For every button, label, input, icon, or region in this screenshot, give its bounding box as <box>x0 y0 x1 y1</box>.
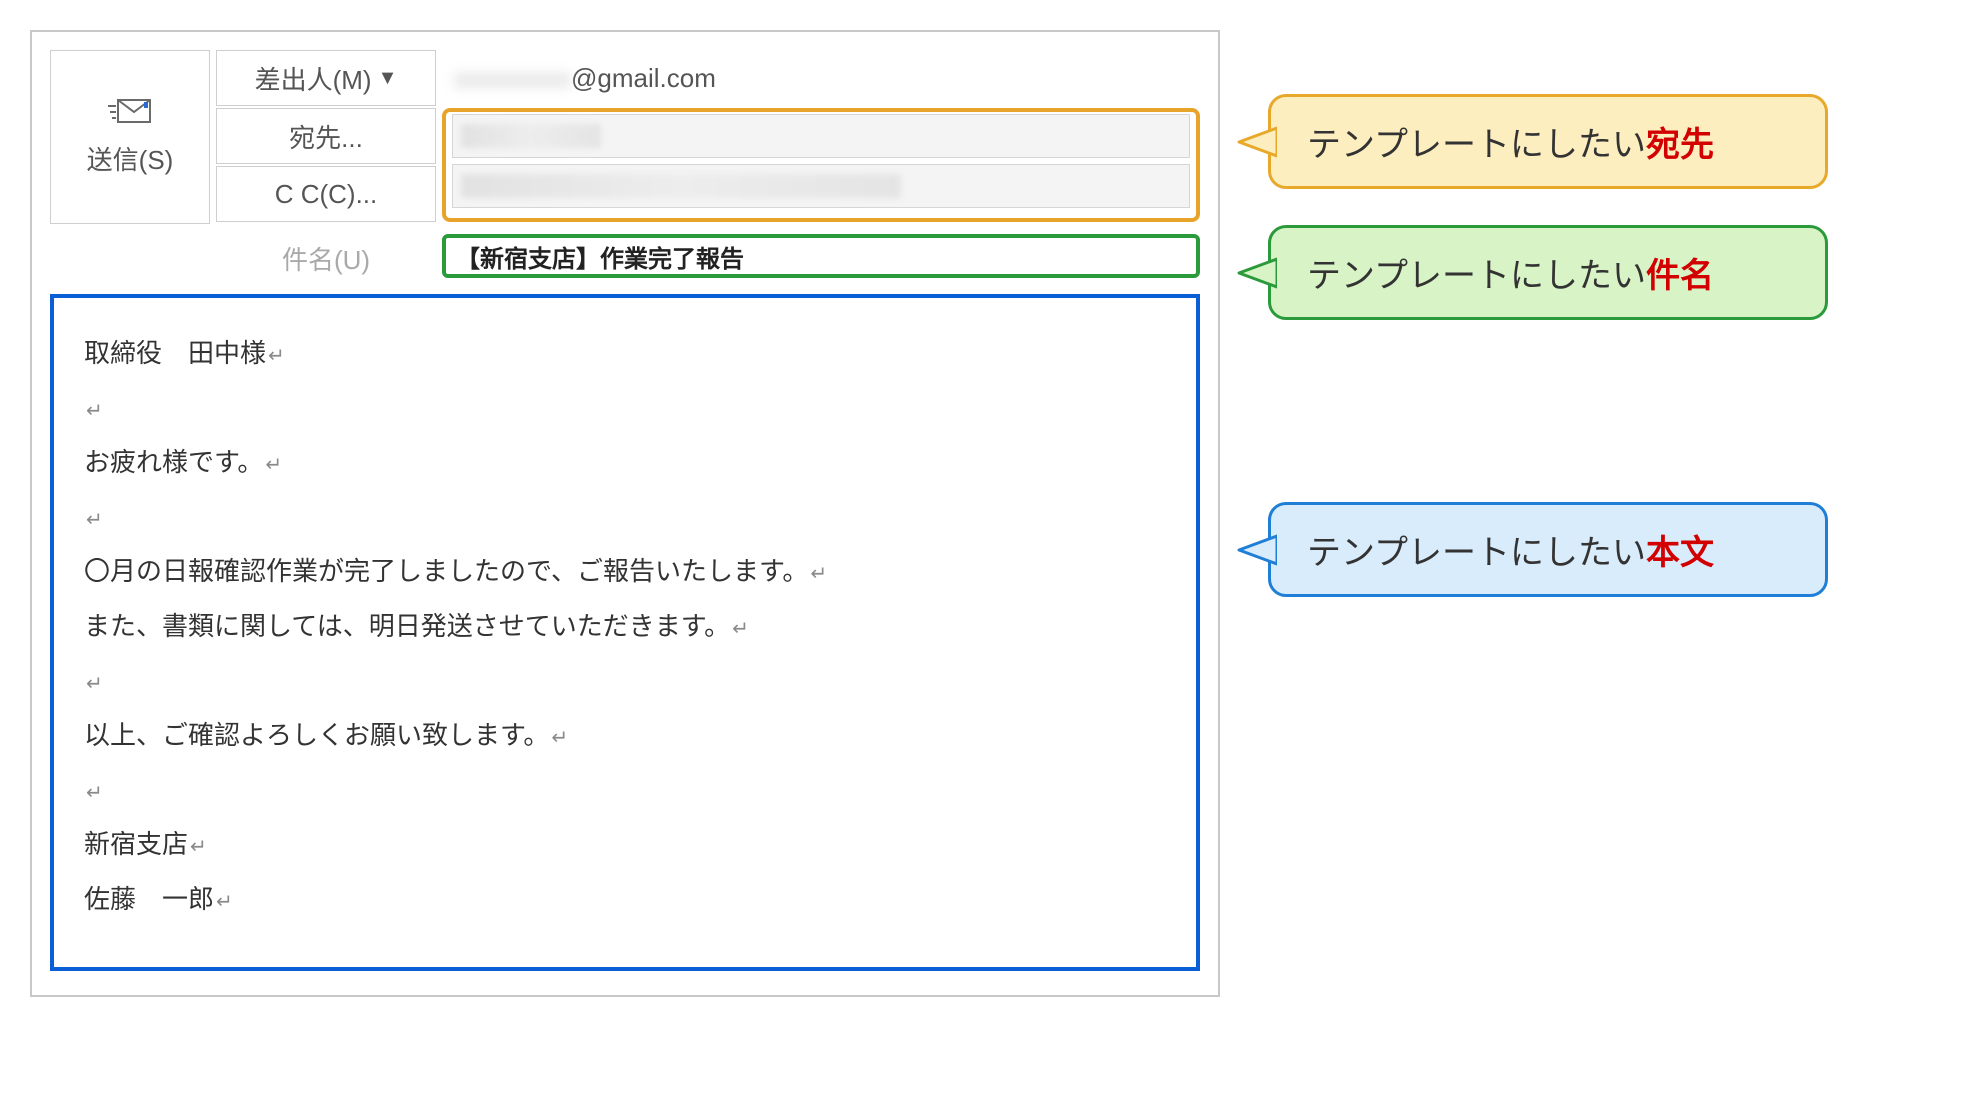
crlf-mark: ↵ <box>265 454 282 476</box>
from-address-suffix: @gmail.com <box>571 63 716 94</box>
cc-field[interactable] <box>452 164 1190 208</box>
cc-button-label: C C(C)... <box>275 179 378 210</box>
crlf-mark: ↵ <box>86 509 103 531</box>
crlf-mark: ↵ <box>268 345 285 367</box>
callout-text: テンプレートにしたい <box>1307 126 1646 164</box>
to-field[interactable] <box>452 114 1190 158</box>
body-line: ↵ <box>84 654 1166 709</box>
send-icon <box>108 98 152 124</box>
body-textarea[interactable]: 取締役 田中様↵↵お疲れ様です。↵↵〇月の日報確認作業が完了しましたので、ご報告… <box>50 294 1200 971</box>
body-line: また、書類に関しては、明日発送させていただきます。↵ <box>84 599 1166 654</box>
callout-subject: テンプレートにしたい件名 <box>1268 225 1828 320</box>
from-button[interactable]: 差出人(M) ▼ <box>216 50 436 106</box>
crlf-mark: ↵ <box>810 563 827 585</box>
send-label: 送信(S) <box>87 140 174 177</box>
callout-text: テンプレートにしたい <box>1307 257 1646 295</box>
compose-window: 送信(S) 差出人(M) ▼ xxxxxxxxx @gmail.com 宛先..… <box>30 30 1220 997</box>
crlf-mark: ↵ <box>551 727 568 749</box>
callout-tail-icon <box>1237 122 1277 162</box>
body-line: ↵ <box>84 763 1166 818</box>
crlf-mark: ↵ <box>86 673 103 695</box>
callout-text: テンプレートにしたい <box>1307 534 1646 572</box>
callout-em: 本文 <box>1646 534 1714 572</box>
callout-em: 宛先 <box>1646 126 1714 164</box>
from-value: xxxxxxxxx @gmail.com <box>442 50 1200 106</box>
crlf-mark: ↵ <box>86 782 103 804</box>
send-button[interactable]: 送信(S) <box>50 50 210 224</box>
body-line: 佐藤 一郎↵ <box>84 872 1166 927</box>
cc-button[interactable]: C C(C)... <box>216 166 436 222</box>
body-line: ↵ <box>84 381 1166 436</box>
body-line: ↵ <box>84 490 1166 545</box>
crlf-mark: ↵ <box>190 836 207 858</box>
callout-tail-icon <box>1237 253 1277 293</box>
crlf-mark: ↵ <box>86 400 103 422</box>
body-line: お疲れ様です。↵ <box>84 435 1166 490</box>
chevron-down-icon: ▼ <box>378 67 398 90</box>
body-line: 〇月の日報確認作業が完了しましたので、ご報告いたします。↵ <box>84 544 1166 599</box>
body-line: 新宿支店↵ <box>84 817 1166 872</box>
callout-em: 件名 <box>1646 257 1714 295</box>
body-line: 取締役 田中様↵ <box>84 326 1166 381</box>
callouts-column: テンプレートにしたい宛先 テンプレートにしたい件名 テンプレートにしたい本文 <box>1232 94 1828 597</box>
to-button[interactable]: 宛先... <box>216 108 436 164</box>
to-button-label: 宛先... <box>289 118 363 155</box>
crlf-mark: ↵ <box>216 891 233 913</box>
crlf-mark: ↵ <box>732 618 749 640</box>
from-button-label: 差出人(M) <box>255 60 372 97</box>
subject-text: 【新宿支店】作業完了報告 <box>456 239 744 274</box>
body-line: 以上、ご確認よろしくお願い致します。↵ <box>84 708 1166 763</box>
callout-tail-icon <box>1237 530 1277 570</box>
subject-label: 件名(U) <box>216 234 436 282</box>
subject-field[interactable]: 【新宿支店】作業完了報告 <box>442 234 1200 278</box>
callout-recipients: テンプレートにしたい宛先 <box>1268 94 1828 189</box>
recipients-highlight <box>442 108 1200 222</box>
callout-body: テンプレートにしたい本文 <box>1268 502 1828 597</box>
